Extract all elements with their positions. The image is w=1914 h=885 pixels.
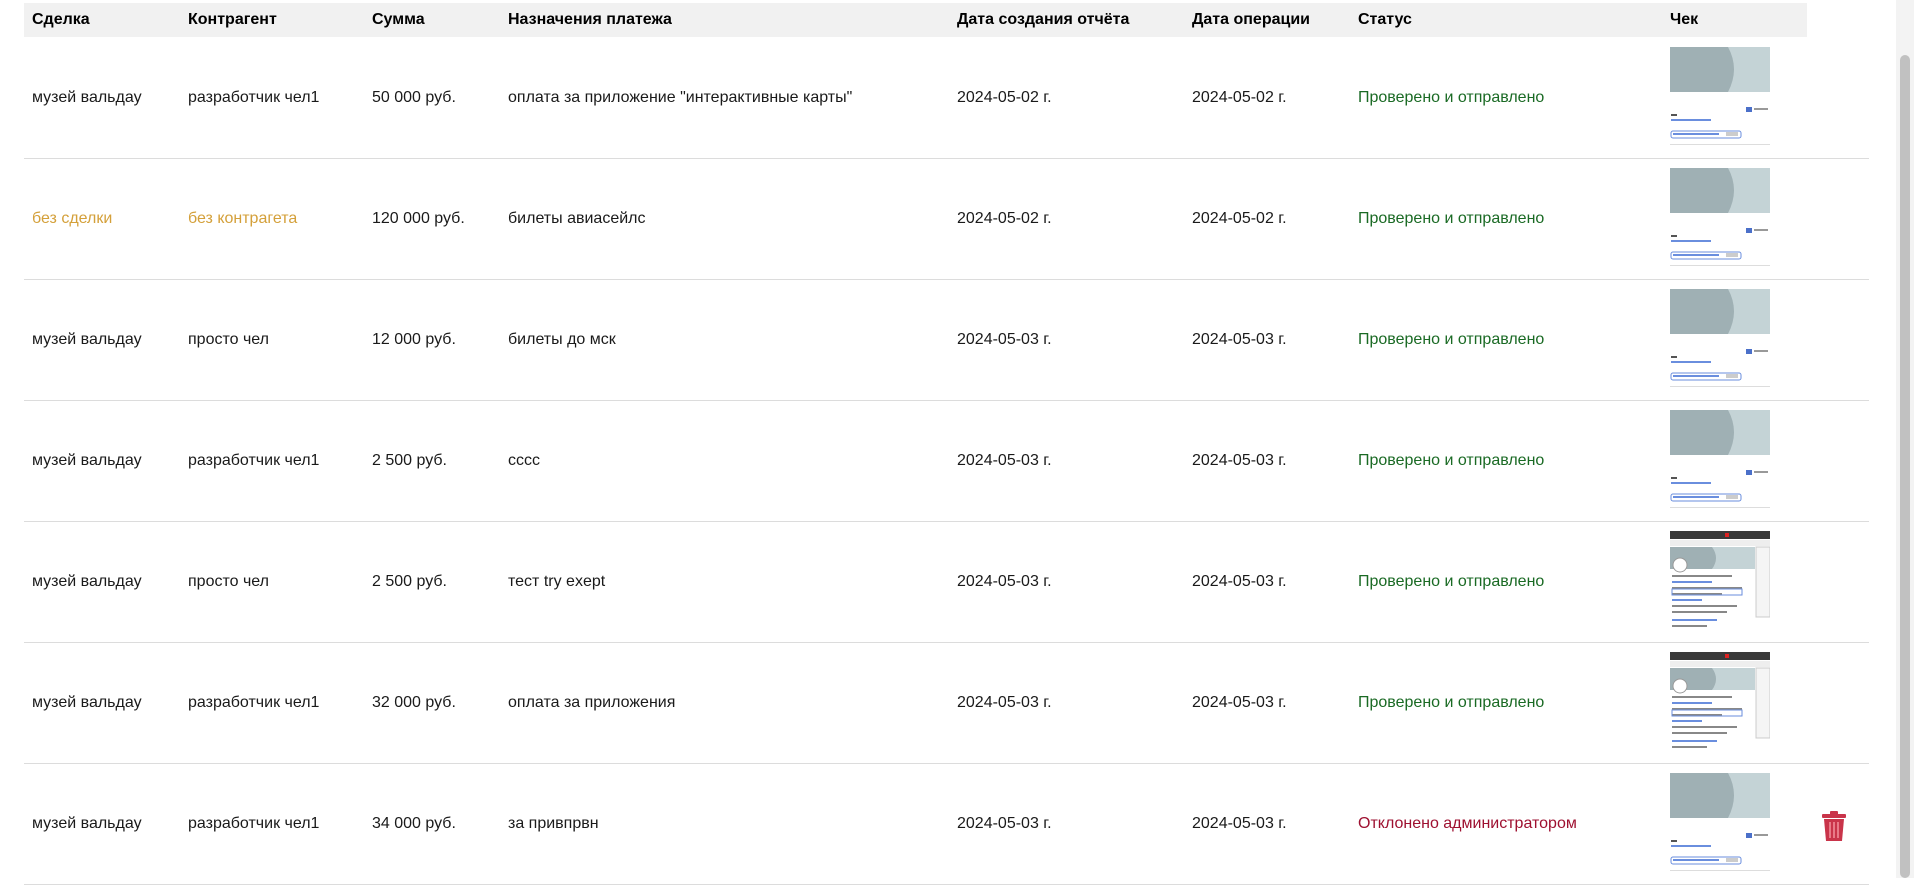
cell-deal: музей вальдау: [32, 815, 142, 832]
cell-report-date: 2024-05-02 г.: [957, 89, 1052, 106]
cell-purpose: оплата за приложение "интерактивные карт…: [508, 89, 853, 106]
cell-report-date: 2024-05-03 г.: [957, 331, 1052, 348]
cell-counterparty: разработчик чел1: [188, 694, 320, 711]
table-row[interactable]: музей вальдау разработчик чел1 34 000 руб.…: [24, 763, 1869, 885]
table-row[interactable]: музей вальдау просто чел 12 000 руб. билеты…: [24, 279, 1869, 401]
table-row[interactable]: музей вальдау разработчик чел1 50 000 руб.…: [24, 37, 1869, 159]
cell-status: Проверено и отправлено: [1358, 331, 1545, 348]
receipt-thumbnail[interactable]: [1670, 168, 1770, 269]
receipt-thumbnail[interactable]: [1670, 652, 1770, 753]
cell-deal: музей вальдау: [32, 694, 142, 711]
cell-purpose: сссс: [508, 452, 540, 469]
cell-operation-date: 2024-05-02 г.: [1192, 89, 1287, 106]
cell-purpose: билеты до мск: [508, 331, 616, 348]
cell-amount: 2 500 руб.: [372, 452, 447, 469]
cell-deal: музей вальдау: [32, 573, 142, 590]
cell-status: Проверено и отправлено: [1358, 452, 1545, 469]
cell-purpose: билеты авиасейлс: [508, 210, 646, 227]
cell-operation-date: 2024-05-03 г.: [1192, 815, 1287, 832]
cell-purpose: тест try exept: [508, 573, 606, 590]
receipt-thumbnail[interactable]: [1670, 773, 1770, 874]
receipt-thumbnail[interactable]: [1670, 410, 1770, 511]
cell-report-date: 2024-05-03 г.: [957, 452, 1052, 469]
cell-purpose: за привпрвн: [508, 815, 599, 832]
cell-operation-date: 2024-05-02 г.: [1192, 210, 1287, 227]
scrollbar-thumb[interactable]: [1900, 55, 1910, 878]
cell-status: Отклонено администратором: [1358, 815, 1577, 832]
trash-icon[interactable]: [1819, 810, 1849, 842]
cell-counterparty: разработчик чел1: [188, 815, 320, 832]
cell-amount: 34 000 руб.: [372, 815, 456, 832]
cell-amount: 32 000 руб.: [372, 694, 456, 711]
cell-deal: без сделки: [32, 210, 113, 227]
cell-status: Проверено и отправлено: [1358, 89, 1545, 106]
table-row[interactable]: музей вальдау разработчик чел1 2 500 руб. с…: [24, 400, 1869, 522]
cell-purpose: оплата за приложения: [508, 694, 676, 711]
cell-counterparty: просто чел: [188, 573, 269, 590]
cell-counterparty: разработчик чел1: [188, 452, 320, 469]
header-receipt: Чек: [1670, 11, 1699, 28]
cell-operation-date: 2024-05-03 г.: [1192, 694, 1287, 711]
header-deal: Сделка: [32, 11, 90, 28]
table-row[interactable]: без сделки без контрагета 120 000 руб. биле…: [24, 158, 1869, 280]
cell-counterparty: без контрагета: [188, 210, 298, 227]
cell-amount: 120 000 руб.: [372, 210, 465, 227]
table-header: Сделка Контрагент Сумма Назначения плате…: [24, 3, 1807, 37]
header-counterparty: Контрагент: [188, 11, 277, 28]
cell-report-date: 2024-05-03 г.: [957, 573, 1052, 590]
cell-status: Проверено и отправлено: [1358, 210, 1545, 227]
cell-status: Проверено и отправлено: [1358, 573, 1545, 590]
cell-report-date: 2024-05-03 г.: [957, 694, 1052, 711]
table-row[interactable]: музей вальдау разработчик чел1 32 000 руб.…: [24, 642, 1869, 764]
cell-operation-date: 2024-05-03 г.: [1192, 331, 1287, 348]
header-purpose: Назначения платежа: [508, 11, 672, 28]
header-operation-date: Дата операции: [1192, 11, 1310, 28]
header-amount: Сумма: [372, 11, 425, 28]
cell-report-date: 2024-05-02 г.: [957, 210, 1052, 227]
cell-deal: музей вальдау: [32, 452, 142, 469]
cell-operation-date: 2024-05-03 г.: [1192, 452, 1287, 469]
receipt-thumbnail[interactable]: [1670, 531, 1770, 632]
cell-amount: 50 000 руб.: [372, 89, 456, 106]
cell-operation-date: 2024-05-03 г.: [1192, 573, 1287, 590]
header-status: Статус: [1358, 11, 1412, 28]
header-report-date: Дата создания отчёта: [957, 11, 1130, 28]
vertical-scrollbar[interactable]: [1896, 0, 1914, 878]
cell-amount: 12 000 руб.: [372, 331, 456, 348]
cell-report-date: 2024-05-03 г.: [957, 815, 1052, 832]
table-row[interactable]: музей вальдау просто чел 2 500 руб. тест tr…: [24, 521, 1869, 643]
cell-deal: музей вальдау: [32, 89, 142, 106]
cell-deal: музей вальдау: [32, 331, 142, 348]
cell-counterparty: просто чел: [188, 331, 269, 348]
cell-amount: 2 500 руб.: [372, 573, 447, 590]
cell-counterparty: разработчик чел1: [188, 89, 320, 106]
cell-status: Проверено и отправлено: [1358, 694, 1545, 711]
receipt-thumbnail[interactable]: [1670, 289, 1770, 390]
receipt-thumbnail[interactable]: [1670, 47, 1770, 148]
